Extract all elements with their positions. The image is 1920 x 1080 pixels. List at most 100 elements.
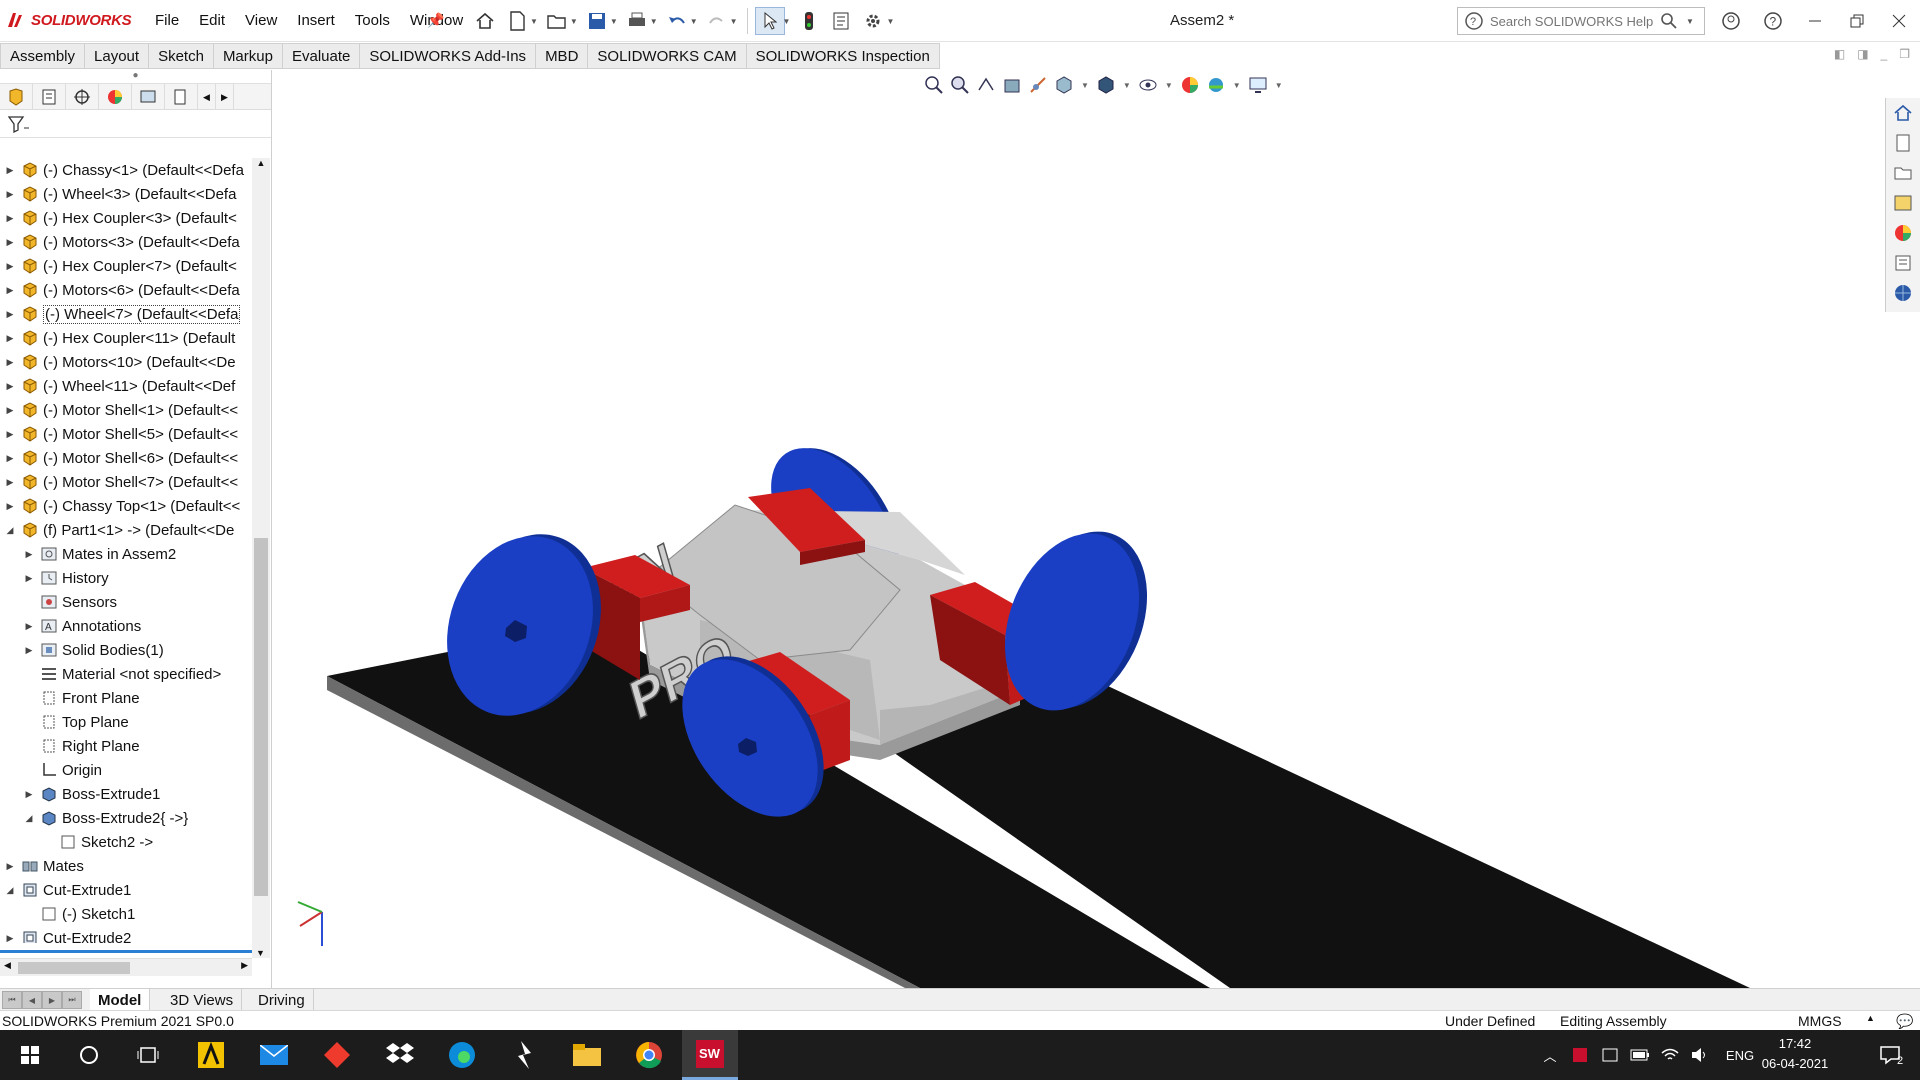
prev-tab-icon[interactable]: ◀	[22, 991, 42, 1009]
new-dropdown-icon[interactable]: ▼	[530, 17, 538, 26]
taskbar-app-edge[interactable]	[434, 1030, 490, 1080]
unit-dropdown-icon[interactable]: ▲	[1866, 1013, 1875, 1023]
scroll-up-icon[interactable]: ▲	[252, 158, 270, 168]
pin-menu-icon[interactable]: 📌	[427, 12, 444, 29]
tree-item[interactable]: ▶ Mates	[0, 854, 252, 878]
tree-item[interactable]: Sketch2 ->	[0, 830, 252, 854]
tab-addins[interactable]: SOLIDWORKS Add-Ins	[360, 43, 537, 69]
tree-item[interactable]: ▶ (-) Motors<6> (Default<<Defa	[0, 278, 252, 302]
tree-item[interactable]: ▶ (-) Motors<10> (Default<<De	[0, 350, 252, 374]
scroll-left-icon[interactable]: ◀	[4, 960, 11, 971]
expand-arrow-icon[interactable]: ▶	[4, 237, 16, 248]
tab-inspection[interactable]: SOLIDWORKS Inspection	[746, 43, 940, 69]
expand-arrow-icon[interactable]: ▶	[4, 501, 16, 512]
next-tab-icon[interactable]: ▶	[42, 991, 62, 1009]
restore-button[interactable]	[1836, 0, 1878, 42]
tree-filter[interactable]	[0, 110, 271, 138]
panel-splitter-handle[interactable]: ●	[0, 70, 271, 84]
collapse-arrow-icon[interactable]: ◢	[4, 885, 16, 896]
menu-file[interactable]: File	[145, 12, 189, 29]
appearances-tab[interactable]	[1886, 218, 1920, 248]
task-view-button[interactable]	[120, 1030, 176, 1080]
search-dropdown-icon[interactable]: ▼	[1686, 17, 1694, 26]
tray-solidworks-icon[interactable]	[1566, 1030, 1594, 1080]
tree-item[interactable]: ▶ A Annotations	[0, 614, 252, 638]
graphics-area[interactable]: ▼ ▼ ▼ ▼ ▼ PRO	[273, 70, 1885, 988]
search-taskbar-button[interactable]	[61, 1030, 117, 1080]
menu-edit[interactable]: Edit	[189, 12, 235, 29]
tree-item[interactable]: Origin	[0, 758, 252, 782]
doc-minimize-icon[interactable]: _	[1881, 47, 1888, 61]
tree-item[interactable]: Right Plane	[0, 734, 252, 758]
tab-cam[interactable]: SOLIDWORKS CAM	[588, 43, 747, 69]
expand-arrow-icon[interactable]: ▶	[4, 405, 16, 416]
file-properties-button[interactable]	[826, 7, 856, 35]
save-dropdown-icon[interactable]: ▼	[610, 17, 618, 26]
tab-model[interactable]: Model	[90, 989, 151, 1011]
expand-arrow-icon[interactable]: ▶	[23, 621, 35, 632]
expand-arrow-icon[interactable]: ▶	[4, 477, 16, 488]
select-dropdown-icon[interactable]: ▼	[783, 17, 791, 26]
tree-item[interactable]: ▶ Solid Bodies(1)	[0, 638, 252, 662]
tree-item[interactable]: ▶ (-) Motor Shell<1> (Default<<	[0, 398, 252, 422]
tree-item[interactable]: ▶ (-) Hex Coupler<11> (Default	[0, 326, 252, 350]
menu-view[interactable]: View	[235, 12, 287, 29]
menu-insert[interactable]: Insert	[287, 12, 345, 29]
configurationmanager-tab[interactable]	[66, 84, 99, 110]
scroll-right-icon[interactable]: ▶	[241, 960, 248, 971]
tree-horizontal-scrollbar[interactable]: ◀ ▶	[0, 958, 252, 976]
print-dropdown-icon[interactable]: ▼	[650, 17, 658, 26]
select-button[interactable]	[754, 7, 785, 35]
expand-arrow-icon[interactable]: ▶	[23, 573, 35, 584]
expand-arrow-icon[interactable]: ▶	[4, 309, 16, 320]
file-explorer-tab[interactable]	[1886, 158, 1920, 188]
tree-item[interactable]: ▶ (-) Hex Coupler<3> (Default<	[0, 206, 252, 230]
expand-arrow-icon[interactable]: ▶	[4, 429, 16, 440]
tree-vertical-scrollbar[interactable]: ▲ ▼	[252, 158, 270, 958]
taskbar-app-anydesk[interactable]	[309, 1030, 365, 1080]
tree-item[interactable]: (-) Sketch1	[0, 902, 252, 926]
taskbar-app-file-explorer[interactable]	[559, 1030, 615, 1080]
help-button[interactable]: ?	[1752, 0, 1794, 42]
tree-item[interactable]: ▶ (-) Wheel<7> (Default<<Defa	[0, 302, 252, 326]
print-button[interactable]	[622, 7, 652, 35]
tree-horizontal-scroll-thumb[interactable]	[18, 962, 130, 974]
taskbar-app-chrome[interactable]	[621, 1030, 677, 1080]
tree-item[interactable]: ▶ (-) Chassy Top<1> (Default<<	[0, 494, 252, 518]
tree-item[interactable]: ▶ (-) Motors<3> (Default<<Defa	[0, 230, 252, 254]
tree-item[interactable]: ▶ (-) Wheel<11> (Default<<Def	[0, 374, 252, 398]
tree-item[interactable]: ◢ Boss-Extrude2{ ->}	[0, 806, 252, 830]
rollback-bar[interactable]	[0, 950, 252, 953]
custom-properties-tab[interactable]	[1886, 248, 1920, 278]
tree-item[interactable]: ▶ (-) Hex Coupler<7> (Default<	[0, 254, 252, 278]
tile-right-icon[interactable]: ◨	[1857, 47, 1868, 61]
collapse-arrow-icon[interactable]: ◢	[4, 525, 16, 536]
propertymanager-tab[interactable]	[33, 84, 66, 110]
tree-vertical-scroll-thumb[interactable]	[254, 538, 268, 896]
tray-app-icon[interactable]	[1596, 1030, 1624, 1080]
undo-dropdown-icon[interactable]: ▼	[690, 17, 698, 26]
open-dropdown-icon[interactable]: ▼	[570, 17, 578, 26]
home-button[interactable]	[470, 7, 500, 35]
tree-item[interactable]: ▶ History	[0, 566, 252, 590]
featuremanager-tab[interactable]	[0, 84, 33, 110]
taskbar-app-dropbox[interactable]	[372, 1030, 428, 1080]
new-document-button[interactable]	[502, 7, 532, 35]
expand-arrow-icon[interactable]: ▶	[23, 789, 35, 800]
expand-arrow-icon[interactable]: ▶	[4, 213, 16, 224]
tree-item[interactable]: ▶ (-) Chassy<1> (Default<<Defa	[0, 158, 252, 182]
save-button[interactable]	[582, 7, 612, 35]
design-library-tab[interactable]	[1886, 128, 1920, 158]
tree-item[interactable]: Material <not specified>	[0, 662, 252, 686]
rebuild-button[interactable]	[794, 7, 824, 35]
tree-item[interactable]: ▶ Boss-Extrude1	[0, 782, 252, 806]
search-icon[interactable]	[1660, 12, 1678, 30]
solidworks-resources-tab[interactable]	[1886, 98, 1920, 128]
taskbar-clock[interactable]: 17:42 06-04-2021	[1760, 1034, 1830, 1074]
expand-arrow-icon[interactable]: ▶	[4, 453, 16, 464]
first-tab-icon[interactable]: ⏮	[2, 991, 22, 1009]
close-button[interactable]	[1878, 0, 1920, 42]
assembly-model[interactable]: MAN PRO	[273, 70, 1885, 988]
show-hidden-icons[interactable]: ︿	[1536, 1030, 1564, 1080]
expand-arrow-icon[interactable]: ▶	[4, 189, 16, 200]
